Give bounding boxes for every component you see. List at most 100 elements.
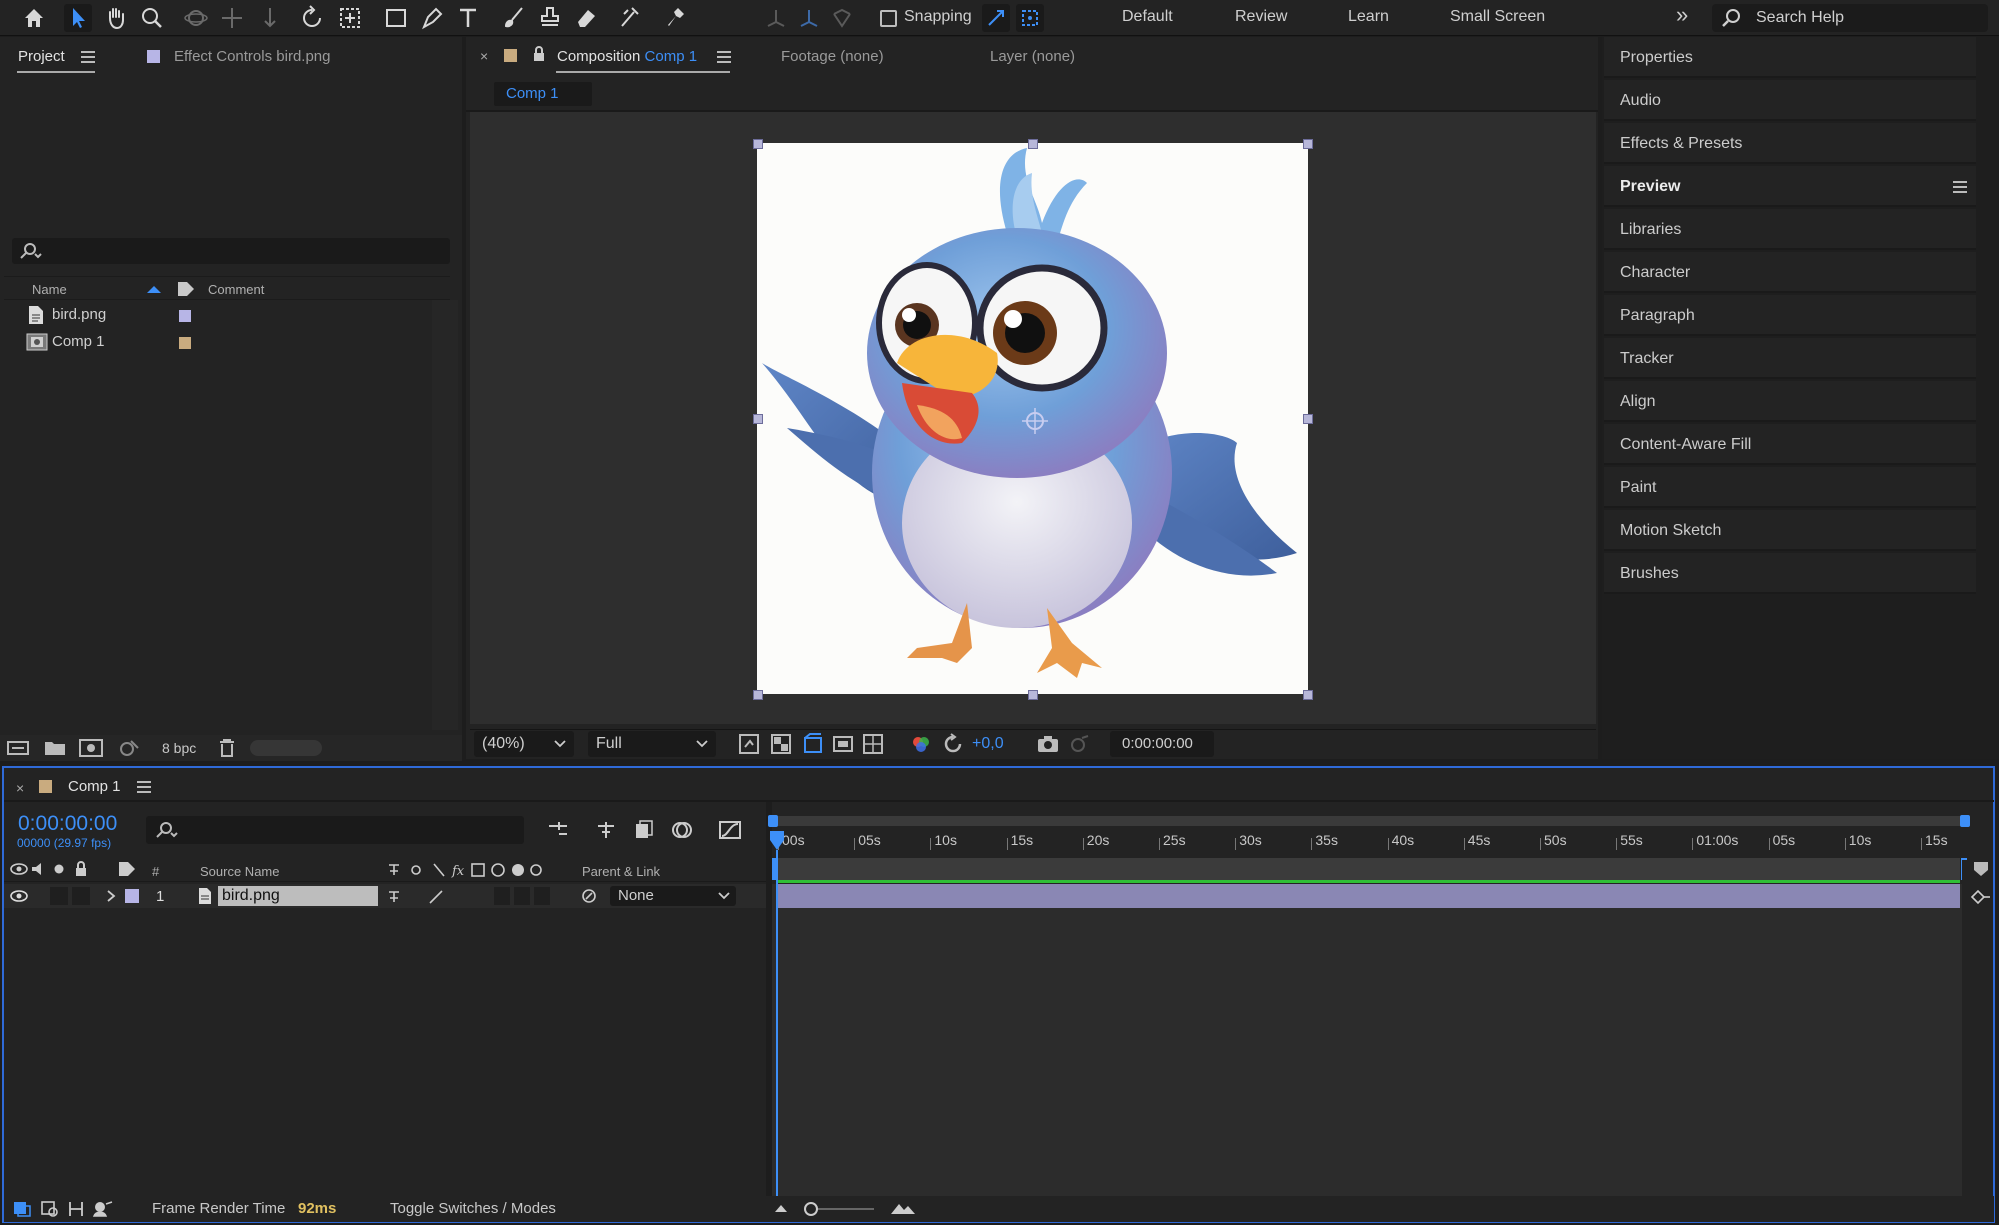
new-composition-icon[interactable] [78,738,104,758]
timeline-search-input[interactable] [146,816,524,844]
label-tag-icon[interactable] [176,280,196,298]
transform-handle-top-right[interactable] [1303,139,1313,149]
zoom-tool-icon[interactable] [138,4,166,32]
region-of-interest-icon[interactable] [832,733,854,755]
dolly-camera-icon[interactable] [256,4,284,32]
rotation-tool-icon[interactable] [298,4,326,32]
transform-handle-top-left[interactable] [753,139,763,149]
project-settings-icon[interactable] [116,738,142,758]
new-folder-icon[interactable] [44,739,66,757]
keyframe-nav-icon[interactable] [1970,888,1992,906]
orbit-camera-icon[interactable] [182,4,210,32]
thumbnail-size-slider[interactable] [250,740,322,756]
layer-visibility-eye-icon[interactable] [10,889,28,903]
solo-icon[interactable] [54,864,64,874]
transfer-controls-pane-icon[interactable] [40,1200,60,1218]
frame-blending-icon[interactable] [670,818,694,842]
comp-marker-bin-icon[interactable] [1972,860,1990,878]
panel-align[interactable]: Align [1604,381,1976,422]
layer-duration-bar[interactable] [777,884,1960,908]
column-source-name[interactable]: Source Name [200,864,279,879]
video-visibility-icon[interactable] [10,862,28,876]
project-item-bird-png[interactable]: bird.png [20,302,440,328]
panel-preview[interactable]: Preview [1604,166,1976,207]
panel-menu-icon[interactable] [1952,180,1968,194]
layer-switch-cell[interactable] [494,887,510,905]
panel-content-aware-fill[interactable]: Content-Aware Fill [1604,424,1976,465]
layer-switches-icons[interactable]: fx [386,862,546,878]
layer-switch-cell[interactable] [514,887,530,905]
transform-handle-left[interactable] [753,414,763,424]
tab-composition[interactable]: Composition Comp 1 [557,48,697,65]
workspace-default[interactable]: Default [1122,8,1173,26]
layer-shy-switch-icon[interactable] [386,889,402,905]
render-time-pane-icon[interactable] [92,1200,114,1218]
column-parent-link[interactable]: Parent & Link [582,864,660,879]
snap-features-icon[interactable] [1016,4,1044,32]
in-out-pane-icon[interactable] [66,1200,86,1218]
panel-properties[interactable]: Properties [1604,37,1976,78]
puppet-pin-tool-icon[interactable] [662,4,690,32]
pen-tool-icon[interactable] [418,4,446,32]
navigator-end-handle[interactable] [1960,815,1970,827]
navigator-start-handle[interactable] [768,815,778,827]
current-time-display[interactable]: 0:00:00:00 [1110,731,1214,757]
hand-tool-icon[interactable] [102,4,130,32]
axis-local-icon[interactable] [762,4,790,32]
mask-visibility-icon[interactable] [802,733,824,755]
panel-audio[interactable]: Audio [1604,80,1976,121]
workspace-small-screen[interactable]: Small Screen [1450,8,1545,26]
anchor-point-icon[interactable] [1020,406,1050,436]
layer-quality-switch-icon[interactable] [428,889,444,905]
layer-solo-toggle[interactable] [50,887,68,905]
color-channels-icon[interactable] [910,733,932,755]
playhead-line[interactable] [776,850,778,1196]
playhead-icon[interactable] [768,830,786,852]
snap-edges-icon[interactable] [982,4,1010,32]
type-tool-icon[interactable] [454,4,482,32]
reset-exposure-icon[interactable] [942,733,964,755]
snapshot-camera-icon[interactable] [1036,734,1060,754]
layer-switches-pane-icon[interactable] [12,1200,32,1218]
tab-project[interactable]: Project [18,48,65,65]
comp-breadcrumb[interactable]: Comp 1 [494,82,592,106]
layer-name-field[interactable]: bird.png [218,886,378,906]
zoom-in-mountain-icon[interactable] [890,1200,916,1216]
panel-motion-sketch[interactable]: Motion Sketch [1604,510,1976,551]
panel-tracker[interactable]: Tracker [1604,338,1976,379]
panel-menu-icon[interactable] [716,50,732,64]
clone-stamp-tool-icon[interactable] [536,4,564,32]
timeline-track-area[interactable] [772,884,1962,1196]
panel-paragraph[interactable]: Paragraph [1604,295,1976,336]
parent-dropdown[interactable]: None [610,886,736,906]
transform-handle-bottom-left[interactable] [753,690,763,700]
audio-icon[interactable] [30,861,48,877]
zoom-out-mountain-icon[interactable] [774,1202,788,1214]
lock-icon[interactable] [532,46,546,62]
layer-switch-cell[interactable] [534,887,550,905]
rectangle-tool-icon[interactable] [382,4,410,32]
home-icon[interactable] [20,4,48,32]
graph-editor-icon[interactable] [718,818,742,842]
roto-brush-tool-icon[interactable] [616,4,644,32]
panel-brushes[interactable]: Brushes [1604,553,1976,594]
panel-menu-icon[interactable] [136,780,152,794]
timeline-zoom-slider-thumb[interactable] [804,1202,818,1216]
show-snapshot-icon[interactable] [1068,734,1090,754]
lock-icon[interactable] [74,861,88,877]
project-search-input[interactable] [12,238,450,264]
transform-handle-bottom[interactable] [1028,690,1038,700]
tab-effect-controls[interactable]: Effect Controls bird.png [174,48,330,65]
label-tag-icon[interactable] [118,861,136,877]
pan-behind-tool-icon[interactable] [336,4,364,32]
grid-guides-icon[interactable] [862,733,884,755]
tab-footage[interactable]: Footage (none) [781,48,884,65]
panel-character[interactable]: Character [1604,252,1976,293]
column-comment[interactable]: Comment [208,282,264,297]
expand-chevron-icon[interactable] [106,890,116,902]
transform-handle-bottom-right[interactable] [1303,690,1313,700]
current-time-value[interactable]: 0:00:00:00 [18,812,117,836]
project-item-comp-1[interactable]: Comp 1 [20,329,440,355]
transform-handle-top[interactable] [1028,139,1038,149]
panel-libraries[interactable]: Libraries [1604,209,1976,250]
